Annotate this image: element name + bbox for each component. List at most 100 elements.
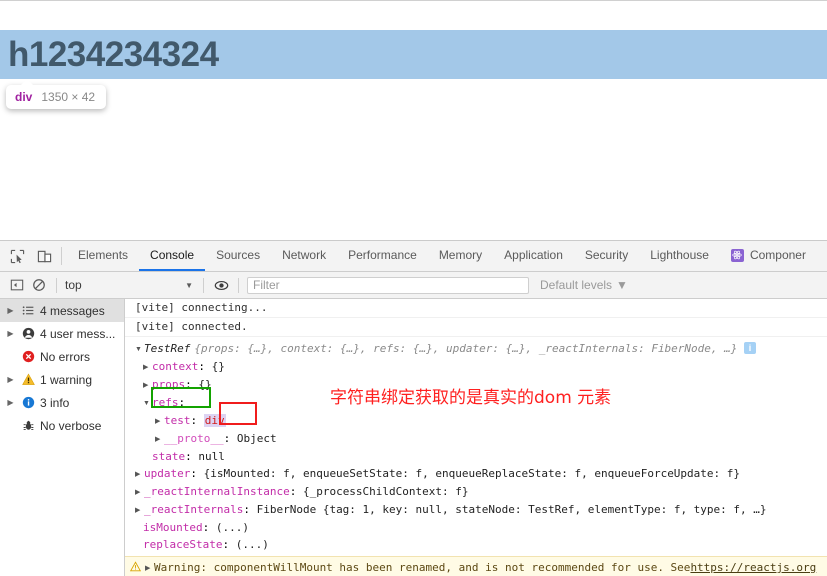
device-toolbar-icon[interactable]: [34, 246, 54, 266]
devtools-toolbar-icons: [0, 241, 58, 271]
tab-security[interactable]: Security: [574, 241, 639, 271]
sidebar-item-errors[interactable]: No errors: [0, 345, 124, 368]
prop-row-refs-test[interactable]: ▶ test: div: [125, 412, 827, 430]
prop-value-div-element[interactable]: div: [203, 414, 226, 427]
tab-application-label: Application: [504, 248, 563, 262]
prop-row-is-mounted[interactable]: isMounted: (...): [125, 519, 827, 536]
devtools-tabbar: Elements Console Sources Network Perform…: [0, 241, 827, 272]
prop-row-context[interactable]: ▶ context: {}: [125, 358, 827, 376]
expand-arrow-icon[interactable]: ▶: [145, 564, 154, 572]
tab-lighthouse-label: Lighthouse: [650, 248, 709, 262]
console-levels-label: Default levels: [540, 278, 613, 292]
prop-row-refs-proto[interactable]: ▶ __proto__: Object: [125, 430, 827, 448]
prop-key: test: [164, 414, 191, 427]
collapse-arrow-icon[interactable]: ▼: [143, 395, 152, 412]
console-filter-input[interactable]: Filter: [247, 276, 529, 294]
sidebar-item-user-messages[interactable]: ▶ 4 user mess...: [0, 322, 124, 345]
tab-memory[interactable]: Memory: [428, 241, 493, 271]
tab-elements[interactable]: Elements: [67, 241, 139, 271]
console-levels-dropdown[interactable]: Default levels ▼: [540, 278, 628, 292]
prop-key: context: [152, 360, 199, 373]
tab-application[interactable]: Application: [493, 241, 574, 271]
clear-console-icon[interactable]: [28, 274, 50, 296]
log-text: [vite] connected.: [135, 320, 248, 333]
info-icon: [20, 396, 36, 409]
prop-value: {}: [211, 360, 225, 373]
warning-link[interactable]: https://reactjs.org: [690, 561, 816, 574]
tab-memory-label: Memory: [438, 248, 483, 262]
prop-row-replace-state[interactable]: replaceState: (...): [125, 536, 827, 553]
tab-security-label: Security: [584, 248, 629, 262]
tab-network[interactable]: Network: [271, 241, 337, 271]
prop-value: {_processChildContext: f}: [302, 485, 469, 498]
devtools-panel: Elements Console Sources Network Perform…: [0, 240, 827, 576]
filter-divider-3: [238, 277, 239, 293]
expand-arrow-icon[interactable]: ▶: [143, 377, 152, 394]
tab-sources[interactable]: Sources: [205, 241, 271, 271]
inspector-tooltip: div 1350 × 42: [6, 79, 107, 109]
warning-icon: [20, 373, 36, 386]
console-filter-bar: top ▼ Filter Default levels ▼: [0, 272, 827, 299]
sidebar-item-info[interactable]: ▶ 3 info: [0, 391, 124, 414]
tab-performance[interactable]: Performance: [337, 241, 428, 271]
list-icon: [20, 304, 36, 317]
expand-arrow-icon[interactable]: ▶: [5, 329, 16, 338]
console-output[interactable]: [vite] connecting... [vite] connected. ▼…: [125, 299, 827, 576]
prop-row-react-internal-instance[interactable]: ▶ _reactInternalInstance: {_processChildC…: [125, 483, 827, 501]
prop-key: updater: [144, 467, 191, 480]
prop-value: FiberNode {tag: 1, key: null, stateNode:…: [256, 503, 767, 516]
sidebar-item-warnings[interactable]: ▶ 1 warning: [0, 368, 124, 391]
prop-row-react-internals[interactable]: ▶ _reactInternals: FiberNode {tag: 1, key…: [125, 501, 827, 519]
expand-arrow-icon[interactable]: ▶: [155, 431, 164, 448]
tab-console[interactable]: Console: [139, 241, 206, 271]
expand-arrow-icon[interactable]: ▶: [155, 413, 164, 430]
page-heading-text: h1234234324: [8, 34, 219, 74]
show-console-sidebar-icon[interactable]: [6, 274, 28, 296]
tab-performance-label: Performance: [348, 248, 417, 262]
expand-arrow-icon[interactable]: ▶: [5, 398, 16, 407]
prop-value: null: [198, 450, 225, 463]
prop-key: isMounted: [143, 521, 203, 534]
inspector-tooltip-tag: div: [15, 90, 33, 104]
console-log-testref-object: ▼ TestRef {props: {…}, context: {…}, refs:…: [125, 337, 827, 571]
collapse-arrow-icon[interactable]: ▼: [135, 341, 144, 358]
expand-arrow-icon[interactable]: ▶: [135, 466, 144, 483]
testref-summary-line[interactable]: ▼ TestRef {props: {…}, context: {…}, refs:…: [125, 340, 827, 358]
inspect-element-icon[interactable]: [7, 246, 27, 266]
log-text: [vite] connecting...: [135, 301, 268, 314]
expand-arrow-icon[interactable]: ▶: [5, 306, 16, 315]
expand-arrow-icon[interactable]: ▶: [135, 484, 144, 501]
filter-divider-2: [203, 277, 204, 293]
prop-value: {}: [198, 378, 212, 391]
prop-key: _reactInternals: [144, 503, 244, 516]
tab-lighthouse[interactable]: Lighthouse: [639, 241, 720, 271]
console-warning-row[interactable]: ▶ Warning: componentWillMount has been r…: [125, 556, 827, 576]
tab-network-label: Network: [282, 248, 327, 262]
sidebar-item-verbose[interactable]: No verbose: [0, 414, 124, 437]
sidebar-item-verbose-label: No verbose: [40, 418, 102, 433]
react-components-icon: [730, 248, 744, 262]
filter-divider-1: [56, 277, 57, 293]
prop-row-updater[interactable]: ▶ updater: {isMounted: f, enqueueSetState…: [125, 465, 827, 483]
console-context-selector[interactable]: top ▼: [63, 278, 197, 292]
live-expression-icon[interactable]: [210, 274, 232, 296]
sidebar-item-messages-label: 4 messages: [40, 303, 105, 318]
sidebar-item-warnings-label: 1 warning: [40, 372, 93, 387]
prop-row-state[interactable]: state: null: [125, 448, 827, 465]
prop-value: (...): [235, 538, 269, 551]
expand-arrow-icon[interactable]: ▶: [5, 375, 16, 384]
inspector-tooltip-dimensions: 1350 × 42: [41, 90, 96, 104]
error-icon: [20, 350, 36, 363]
tab-console-label: Console: [150, 248, 195, 262]
expand-arrow-icon[interactable]: ▶: [143, 359, 152, 376]
testref-constructor-name: TestRef: [144, 342, 191, 355]
sidebar-item-messages[interactable]: ▶ 4 messages: [0, 299, 124, 322]
prop-key: _reactInternalInstance: [144, 485, 290, 498]
prop-key: props: [152, 378, 186, 391]
page-heading-highlighted[interactable]: h1234234324: [0, 30, 827, 79]
page-viewport: h1234234324 div 1350 × 42: [0, 0, 827, 240]
expand-arrow-icon[interactable]: ▶: [135, 502, 144, 519]
info-badge-icon[interactable]: i: [744, 342, 757, 354]
tab-components[interactable]: Componer: [720, 241, 817, 271]
sidebar-item-info-label: 3 info: [40, 395, 70, 410]
